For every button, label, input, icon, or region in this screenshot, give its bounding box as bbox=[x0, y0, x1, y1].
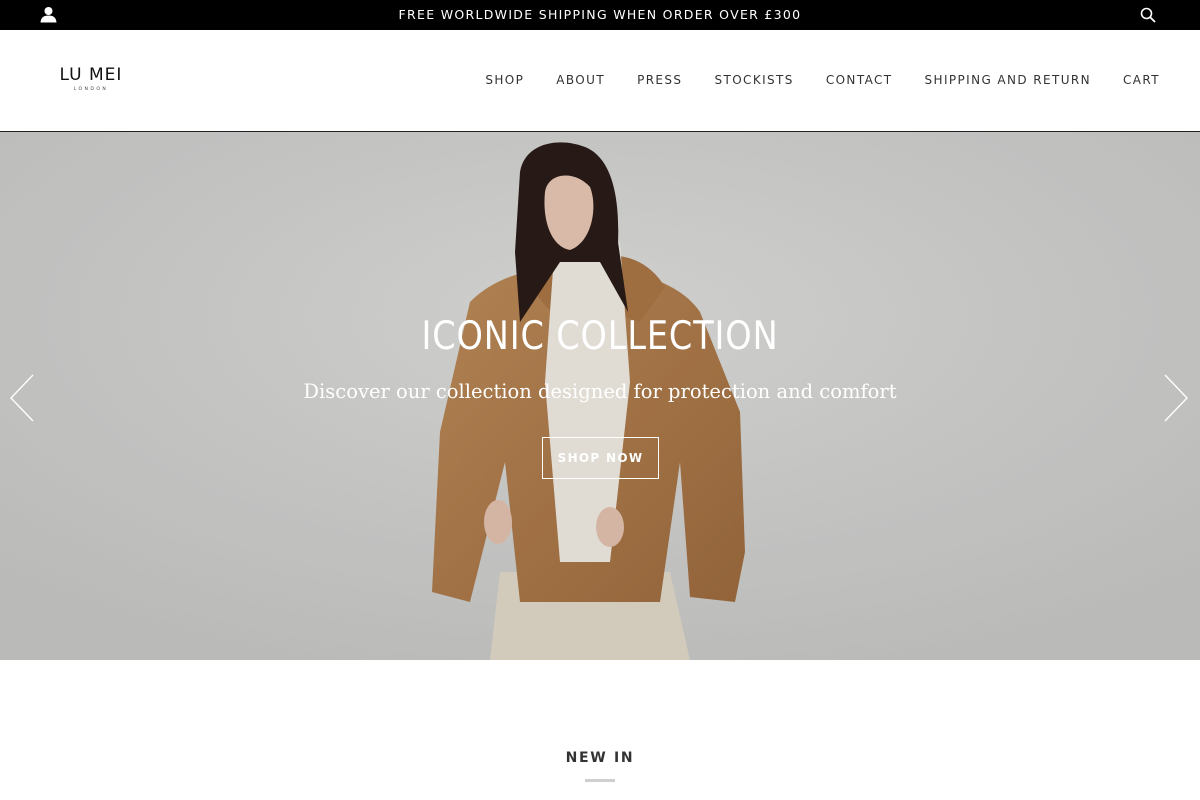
section-title: NEW IN bbox=[565, 750, 635, 766]
announcement-bar: FREE WORLDWIDE SHIPPING WHEN ORDER OVER … bbox=[0, 0, 1200, 30]
site-header: LU MEI LONDON SHOP ABOUT PRESS STOCKISTS… bbox=[0, 30, 1200, 132]
brand-logo[interactable]: LU MEI LONDON bbox=[55, 66, 127, 92]
shipping-announcement: FREE WORLDWIDE SHIPPING WHEN ORDER OVER … bbox=[398, 7, 802, 22]
nav-item-stockists[interactable]: STOCKISTS bbox=[714, 73, 793, 87]
section-divider bbox=[585, 779, 615, 782]
nav-item-contact[interactable]: CONTACT bbox=[826, 73, 893, 87]
main-nav: SHOP ABOUT PRESS STOCKISTS CONTACT SHIPP… bbox=[485, 73, 1160, 87]
nav-item-press[interactable]: PRESS bbox=[637, 73, 682, 87]
logo-wordmark: LU MEI bbox=[59, 65, 123, 85]
hero-subtitle: Discover our collection designed for pro… bbox=[303, 380, 897, 403]
hero-title: ICONIC COLLECTION bbox=[421, 314, 779, 359]
nav-item-shop[interactable]: SHOP bbox=[485, 73, 524, 87]
logo-subtitle: LONDON bbox=[73, 87, 109, 92]
nav-item-about[interactable]: ABOUT bbox=[556, 73, 605, 87]
chevron-left-icon[interactable] bbox=[9, 374, 35, 422]
search-icon[interactable] bbox=[1140, 7, 1156, 23]
shop-now-button[interactable]: SHOP NOW bbox=[542, 437, 659, 479]
chevron-right-icon[interactable] bbox=[1163, 374, 1189, 422]
nav-item-cart[interactable]: CART bbox=[1123, 73, 1160, 87]
hero-slideshow: ICONIC COLLECTION Discover our collectio… bbox=[0, 132, 1200, 660]
nav-item-shipping-and-return[interactable]: SHIPPING AND RETURN bbox=[925, 73, 1091, 87]
